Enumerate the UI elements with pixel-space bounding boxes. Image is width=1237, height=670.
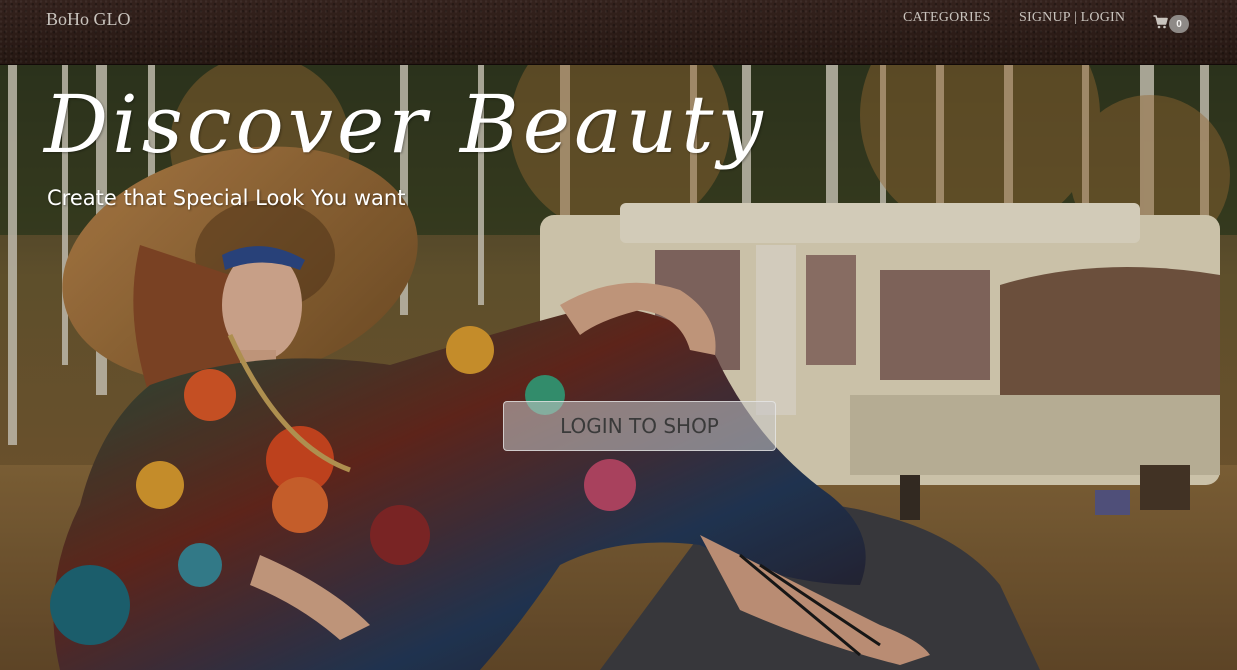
- hero-section: Discover Beauty Create that Special Look…: [0, 65, 1237, 670]
- shopping-cart-icon: [1153, 15, 1168, 29]
- hero-title: Discover Beauty: [44, 78, 767, 171]
- nav-signup-login-link[interactable]: SIGNUP | LOGIN: [1019, 10, 1125, 26]
- hero-subtitle: Create that Special Look You want: [47, 186, 406, 210]
- brand-logo[interactable]: BoHo GLO: [46, 9, 131, 30]
- cart-button[interactable]: 0: [1153, 12, 1189, 33]
- top-navbar: BoHo GLO CATEGORIES SIGNUP | LOGIN 0: [0, 0, 1237, 65]
- login-to-shop-button[interactable]: LOGIN TO SHOP: [503, 401, 776, 451]
- cart-count-badge: 0: [1169, 15, 1189, 33]
- nav-categories-link[interactable]: CATEGORIES: [903, 10, 991, 26]
